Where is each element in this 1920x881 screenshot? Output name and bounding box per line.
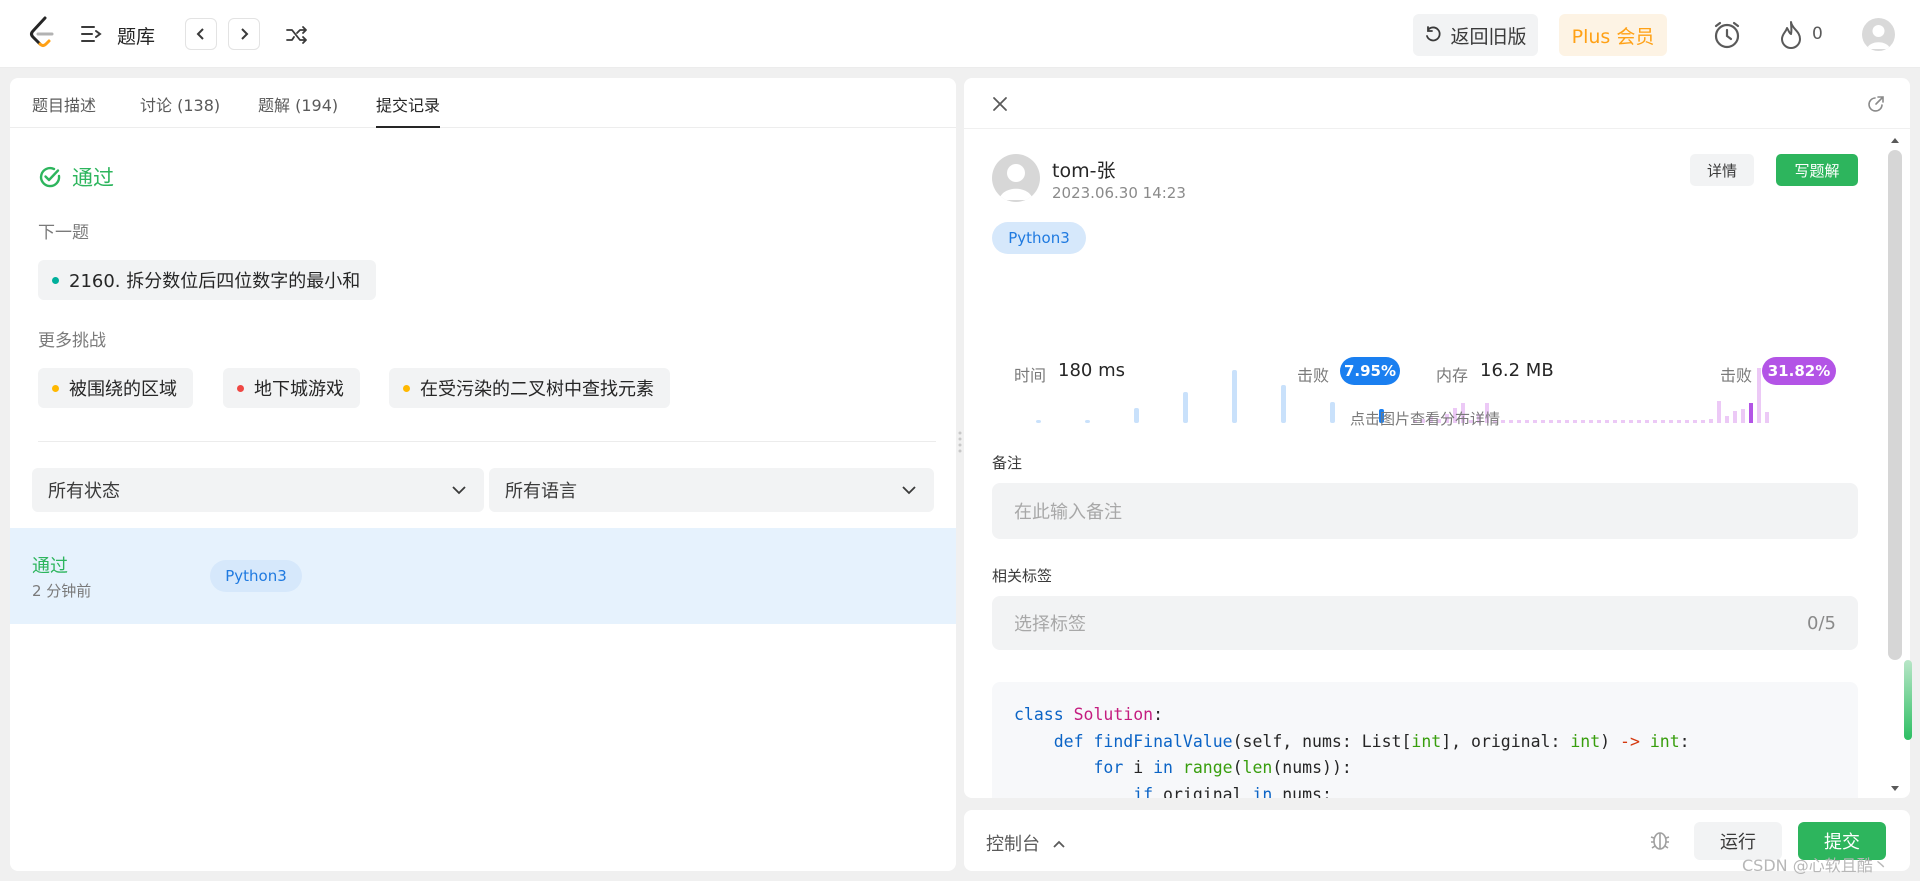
code-block[interactable]: class Solution: def findFinalValue(self,… [992,682,1858,798]
chevron-down-icon [452,486,466,495]
more-challenges-heading: 更多挑战 [38,331,106,351]
tab-submissions[interactable]: 提交记录 [376,92,441,128]
chart-hint: 点击图片查看分布详情 [1349,410,1500,428]
divider [38,441,936,442]
back-to-old-version-button[interactable]: 返回旧版 [1413,14,1538,56]
panel-resize-handle[interactable] [958,430,962,454]
problem-bank-title[interactable]: 题库 [117,22,155,49]
chevron-left-icon [196,28,204,40]
divider [964,128,1910,129]
runtime-value: 180 ms [1058,360,1125,381]
challenge-title: 地下城游戏 [254,379,344,400]
runtime-beat-badge: 7.95% [1340,357,1400,385]
tab-discussion[interactable]: 讨论 (138) [140,92,220,128]
memory-beat-label: 击败 [1720,366,1753,385]
language-filter-value: 所有语言 [505,481,577,502]
tags-select[interactable]: 选择标签 0/5 [992,596,1858,650]
status-filter-value: 所有状态 [48,481,120,502]
difficulty-dot [52,384,59,392]
next-problem-button[interactable] [228,18,260,50]
chevron-down-icon [902,486,916,495]
author-name[interactable]: tom-张 [1052,156,1115,183]
console-label: 控制台 [986,834,1040,855]
submission-status: 通过 [32,556,68,577]
tags-count: 0/5 [1807,612,1836,634]
accepted-status: 通过 [38,162,114,192]
scrollbar-thumb[interactable] [1888,150,1902,660]
prev-problem-button[interactable] [185,18,217,50]
tags-label: 相关标签 [992,567,1053,585]
user-silhouette-icon [999,164,1033,200]
challenge-title: 被围绕的区域 [69,379,177,400]
streak-count: 0 [1812,24,1823,44]
note-input[interactable]: 在此输入备注 [992,483,1858,539]
user-avatar[interactable] [1862,18,1895,51]
status-filter-select[interactable]: 所有状态 [32,468,484,512]
difficulty-dot [52,276,59,284]
alarm-clock-icon[interactable] [1712,20,1742,50]
difficulty-dot [403,384,410,392]
old-version-label: 返回旧版 [1450,25,1527,48]
top-bar: 题库 返回旧版 Plus 会员 0 [0,0,1920,68]
code-line: if original in nums: [1133,784,1332,799]
runtime-beat-label: 击败 [1297,366,1330,385]
memory-label: 内存 [1436,366,1469,385]
chevron-right-icon [241,28,249,40]
chevron-up-icon [1053,840,1065,848]
check-circle-icon [39,166,61,188]
challenge-chip[interactable]: 在受污染的二叉树中查找元素 [389,368,670,408]
details-button[interactable]: 详情 [1690,154,1754,186]
challenge-chip[interactable]: 地下城游戏 [223,368,360,408]
memory-value: 16.2 MB [1480,360,1554,381]
distribution-charts[interactable] [992,288,1872,428]
difficulty-dot [237,384,244,392]
debug-bug-icon[interactable] [1648,828,1672,852]
write-solution-button[interactable]: 写题解 [1776,154,1858,186]
console-toggle[interactable]: 控制台 [986,830,1066,856]
watermark: CSDN @心软且酷丶 [1742,856,1889,875]
undo-icon [1426,26,1442,42]
user-silhouette-icon [1867,25,1890,49]
author-avatar[interactable] [992,154,1040,202]
problem-tabs: 题目描述 讨论 (138) 题解 (194) 提交记录 [10,78,956,128]
next-problem-heading: 下一题 [38,223,89,243]
tags-placeholder: 选择标签 [1014,614,1086,635]
submission-detail-panel: tom-张 2023.06.30 14:23 详情 写题解 Python3 时间… [964,78,1910,798]
tab-description[interactable]: 题目描述 [32,92,96,128]
language-badge: Python3 [992,222,1086,254]
next-problem-chip[interactable]: 2160. 拆分数位后四位数字的最小和 [38,260,377,300]
submission-time: 2 分钟前 [32,582,92,600]
challenge-chip[interactable]: 被围绕的区域 [38,368,193,408]
note-label: 备注 [992,454,1023,472]
note-placeholder: 在此输入备注 [1014,502,1122,523]
language-filter-select[interactable]: 所有语言 [489,468,934,512]
submission-date: 2023.06.30 14:23 [1052,184,1186,202]
shuffle-icon[interactable] [285,24,309,46]
code-line: def findFinalValue(self, nums: List[int]… [1053,731,1690,751]
close-icon[interactable] [990,94,1010,114]
scroll-progress-indicator [1904,660,1912,740]
tab-solutions[interactable]: 题解 (194) [258,92,338,128]
fire-streak-icon[interactable] [1778,20,1804,50]
leetcode-logo-icon[interactable] [28,16,56,50]
memory-beat-badge: 31.82% [1762,357,1836,385]
submission-row[interactable]: 通过 2 分钟前 Python3 [10,528,956,624]
status-label: 通过 [72,166,114,190]
next-problem-title: 2160. 拆分数位后四位数字的最小和 [69,271,361,292]
code-line: for i in range(len(nums)): [1093,758,1352,777]
open-external-icon[interactable] [1866,94,1886,114]
problem-list-icon[interactable] [80,24,102,44]
plus-member-button[interactable]: Plus 会员 [1559,14,1667,56]
left-panel: 题目描述 讨论 (138) 题解 (194) 提交记录 通过 下一题 2160.… [10,78,956,871]
challenge-title: 在受污染的二叉树中查找元素 [420,379,654,400]
submission-lang-badge: Python3 [210,560,302,592]
code-line: class Solution: [1014,705,1164,724]
runtime-label: 时间 [1014,366,1047,385]
